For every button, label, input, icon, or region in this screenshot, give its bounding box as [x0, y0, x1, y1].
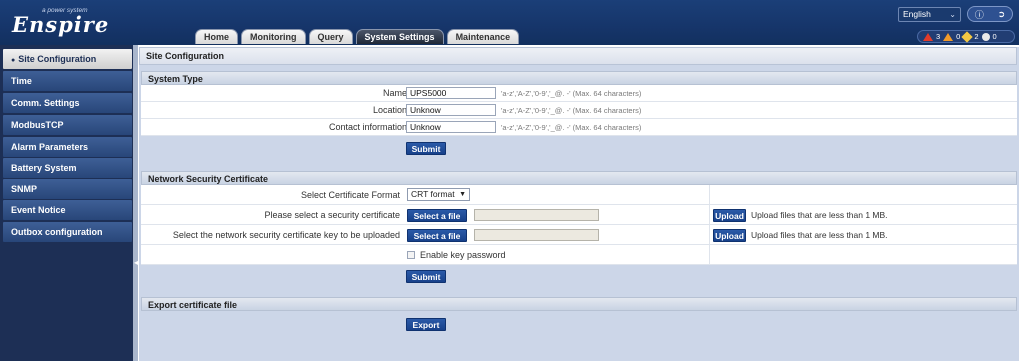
warning-alarm-count: 0	[992, 32, 997, 41]
network-cert-actions: Submit	[141, 265, 1017, 288]
name-row: Name 'a-z','A-Z','0-9','_@. -' (Max. 64 …	[141, 85, 1017, 102]
contact-row: Contact information 'a-z','A-Z','0-9','_…	[141, 119, 1017, 136]
cert-file-label: Please select a security certificate	[264, 210, 400, 220]
location-input[interactable]	[406, 104, 496, 116]
contact-label: Contact information	[328, 122, 407, 132]
cert-format-label: Select Certificate Format	[300, 190, 400, 200]
column-divider	[709, 225, 710, 245]
logout-icon[interactable]: ➲	[998, 9, 1006, 20]
key-select-file-button[interactable]: Select a file	[407, 229, 467, 242]
sidebar-item-label: ModbusTCP	[11, 120, 64, 130]
key-file-path-field[interactable]	[474, 229, 599, 241]
cert-format-select[interactable]: CRT format ▼	[407, 188, 470, 201]
column-divider	[709, 185, 710, 205]
sidebar-item-site-configuration[interactable]: ● Site Configuration	[3, 49, 132, 69]
brand-tagline: a power system	[42, 7, 88, 14]
name-input[interactable]	[406, 87, 496, 99]
sidebar-item-alarm-parameters[interactable]: Alarm Parameters	[3, 137, 132, 157]
sidebar: ● Site Configuration Time Comm. Settings …	[0, 45, 140, 361]
language-value: English	[903, 9, 931, 19]
name-hint: 'a-z','A-Z','0-9','_@. -' (Max. 64 chara…	[501, 89, 642, 98]
header-actions: ⓘ ➲	[967, 6, 1013, 22]
system-type-section: System Type Name 'a-z','A-Z','0-9','_@. …	[141, 71, 1017, 160]
export-actions: Export	[141, 311, 1017, 335]
tab-system-settings[interactable]: System Settings	[355, 29, 444, 44]
page-title: Site Configuration	[139, 47, 1017, 65]
sidebar-item-label: Site Configuration	[18, 54, 97, 64]
cert-format-row: Select Certificate Format CRT format ▼	[141, 185, 1017, 205]
key-password-row: Enable key password	[141, 245, 1017, 265]
tab-maintenance[interactable]: Maintenance	[446, 29, 520, 44]
cert-format-value: CRT format	[411, 189, 455, 199]
enable-key-password-label[interactable]: Enable key password	[420, 245, 506, 265]
column-divider	[709, 205, 710, 225]
contact-input[interactable]	[406, 121, 496, 133]
top-header: Enspire a power system Home Monitoring Q…	[0, 0, 1019, 45]
location-row: Location 'a-z','A-Z','0-9','_@. -' (Max.…	[141, 102, 1017, 119]
bullet-icon: ●	[11, 57, 16, 64]
sidebar-item-label: Comm. Settings	[11, 98, 80, 108]
sidebar-item-modbustcp[interactable]: ModbusTCP	[3, 115, 132, 135]
major-alarm-icon	[943, 32, 954, 41]
network-cert-submit-button[interactable]: Submit	[406, 270, 446, 283]
cert-upload-hint: Upload files that are less than 1 MB.	[751, 210, 888, 220]
sidebar-item-outbox-configuration[interactable]: Outbox configuration	[3, 222, 132, 242]
cert-select-file-button[interactable]: Select a file	[407, 209, 467, 222]
sidebar-item-label: Time	[11, 76, 32, 86]
chevron-down-icon: ▼	[459, 191, 466, 198]
sidebar-item-battery-system[interactable]: Battery System	[3, 158, 132, 178]
sidebar-item-label: Alarm Parameters	[11, 142, 89, 152]
sidebar-item-label: Event Notice	[11, 205, 66, 215]
sidebar-item-label: SNMP	[11, 184, 38, 194]
major-alarm-count: 0	[956, 32, 961, 41]
tab-home[interactable]: Home	[195, 29, 239, 44]
key-upload-hint: Upload files that are less than 1 MB.	[751, 230, 888, 240]
sidebar-item-snmp[interactable]: SNMP	[3, 179, 132, 199]
section-heading: Network Security Certificate	[141, 171, 1017, 185]
system-type-submit-button[interactable]: Submit	[406, 142, 446, 155]
alarm-summary[interactable]: 3 0 2 0	[917, 30, 1015, 43]
critical-alarm-count: 3	[936, 32, 941, 41]
system-type-actions: Submit	[141, 136, 1017, 160]
cert-upload-button[interactable]: Upload	[713, 209, 746, 222]
enable-key-password-checkbox[interactable]	[407, 251, 415, 259]
export-button[interactable]: Export	[406, 318, 446, 331]
cert-file-row: Please select a security certificate Sel…	[141, 205, 1017, 225]
brand-logo: Enspire a power system	[8, 4, 133, 40]
section-heading: Export certificate file	[141, 297, 1017, 311]
name-label: Name	[382, 88, 407, 98]
main-nav-tabs: Home Monitoring Query System Settings Ma…	[195, 29, 520, 45]
location-hint: 'a-z','A-Z','0-9','_@. -' (Max. 64 chara…	[501, 106, 642, 115]
sidebar-item-comm-settings[interactable]: Comm. Settings	[3, 93, 132, 113]
section-heading: System Type	[141, 71, 1017, 85]
warning-alarm-icon	[981, 32, 990, 41]
cert-file-path-field[interactable]	[474, 209, 599, 221]
sidebar-item-time[interactable]: Time	[3, 71, 132, 91]
minor-alarm-icon	[961, 30, 974, 43]
help-icon[interactable]: ⓘ	[975, 8, 984, 21]
minor-alarm-count: 2	[974, 32, 979, 41]
main-content: Site Configuration System Type Name 'a-z…	[139, 47, 1019, 361]
key-file-label: Select the network security certificate …	[172, 230, 400, 240]
key-upload-button[interactable]: Upload	[713, 229, 746, 242]
sidebar-item-label: Battery System	[11, 163, 77, 173]
column-divider	[709, 245, 710, 265]
critical-alarm-icon	[923, 32, 933, 41]
tab-monitoring[interactable]: Monitoring	[241, 29, 306, 44]
location-label: Location	[372, 105, 407, 115]
language-select[interactable]: English ⌄	[898, 7, 961, 22]
chevron-down-icon: ⌄	[949, 10, 956, 19]
contact-hint: 'a-z','A-Z','0-9','_@. -' (Max. 64 chara…	[501, 123, 642, 132]
sidebar-item-event-notice[interactable]: Event Notice	[3, 200, 132, 220]
brand-name: Enspire	[12, 12, 110, 37]
tab-query[interactable]: Query	[308, 29, 353, 44]
network-cert-section: Network Security Certificate Select Cert…	[141, 171, 1017, 288]
sidebar-item-label: Outbox configuration	[11, 227, 103, 237]
sidebar-divider[interactable]	[133, 45, 138, 361]
key-file-row: Select the network security certificate …	[141, 225, 1017, 245]
export-section: Export certificate file Export	[141, 297, 1017, 335]
